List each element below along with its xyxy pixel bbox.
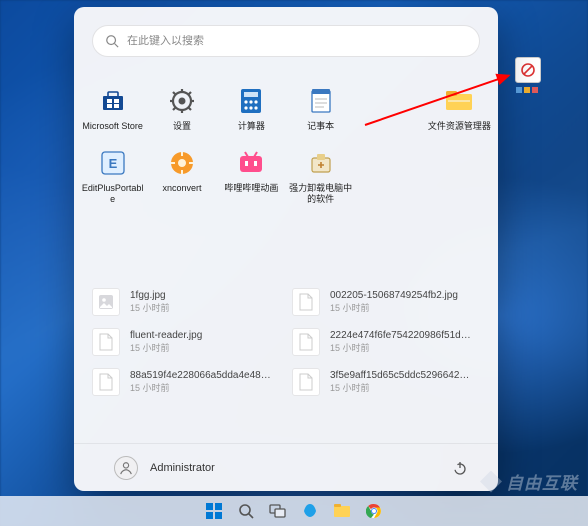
recommended-name: fluent-reader.jpg — [130, 330, 202, 341]
avatar — [114, 456, 138, 480]
recommended-name: 002205-15068749254fb2.jpg — [330, 290, 458, 301]
blocked-icon — [515, 57, 541, 83]
recommended-time: 15 小时前 — [330, 341, 472, 354]
user-name: Administrator — [150, 462, 215, 474]
pinned-app-1[interactable]: 设置 — [147, 85, 216, 135]
calculator-icon — [237, 87, 265, 115]
search-icon — [105, 34, 119, 48]
recommended-name: 88a519f4e228066a5dda4e4868c4fe... — [130, 370, 272, 381]
pinned-app-label: 设置 — [173, 121, 191, 133]
file-icon — [292, 368, 320, 396]
taskbar-explorer[interactable] — [329, 499, 355, 523]
pinned-app-label: xnconvert — [162, 183, 201, 195]
file-icon — [292, 328, 320, 356]
user-account[interactable]: Administrator — [114, 456, 215, 480]
recommended-name: 1fgg.jpg — [130, 290, 170, 301]
recommended-item-1[interactable]: 002205-15068749254fb2.jpg15 小时前 — [292, 288, 480, 316]
search-input[interactable] — [127, 35, 467, 47]
pinned-apps: Microsoft Store 设置 计算器 记事本 文件资源管理器 E EditPlusP… — [74, 67, 498, 216]
bilibili-icon — [237, 149, 265, 177]
file-icon — [92, 288, 120, 316]
recommended-item-0[interactable]: 1fgg.jpg15 小时前 — [92, 288, 280, 316]
taskbar-taskview-button[interactable] — [265, 499, 291, 523]
recommended-time: 15 小时前 — [330, 381, 472, 394]
blank-icon — [376, 87, 404, 115]
pinned-app-3[interactable]: 记事本 — [286, 85, 355, 135]
pinned-app-0[interactable]: Microsoft Store — [78, 85, 147, 135]
file-icon — [292, 288, 320, 316]
power-icon — [452, 460, 468, 476]
recommended-item-4[interactable]: 88a519f4e228066a5dda4e4868c4fe...15 小时前 — [92, 368, 280, 396]
recommended-time: 15 小时前 — [130, 301, 170, 314]
explorer-icon — [445, 87, 473, 115]
pinned-app-9[interactable]: 强力卸载电脑中的软件 — [286, 147, 355, 208]
start-menu: Microsoft Store 设置 计算器 记事本 文件资源管理器 E EditPlusP… — [74, 7, 498, 491]
pinned-app-8[interactable]: 哔哩哔哩动画 — [217, 147, 286, 208]
recommended-list: 1fgg.jpg15 小时前002205-15068749254fb2.jpg1… — [92, 288, 480, 396]
search-box[interactable] — [92, 25, 480, 57]
settings-icon — [168, 87, 196, 115]
recommended-time: 15 小时前 — [330, 301, 458, 314]
svg-text:E: E — [108, 156, 117, 171]
recommended-name: 3f5e9aff15d65c5ddc5296642edd67... — [330, 370, 472, 381]
pinned-app-label: EditPlusPortable — [81, 183, 145, 206]
pinned-app-7[interactable]: xnconvert — [147, 147, 216, 208]
taskbar-start-button[interactable] — [201, 499, 227, 523]
recommended-item-5[interactable]: 3f5e9aff15d65c5ddc5296642edd67...15 小时前 — [292, 368, 480, 396]
taskbar-chrome[interactable] — [361, 499, 387, 523]
power-button[interactable] — [446, 454, 474, 482]
pinned-app-label: 文件资源管理器 — [428, 121, 491, 133]
store-icon — [99, 87, 127, 115]
recommended-item-2[interactable]: fluent-reader.jpg15 小时前 — [92, 328, 280, 356]
shortcut-extra-icon — [516, 85, 540, 95]
taskbar — [0, 496, 588, 526]
pinned-app-label: Microsoft Store — [82, 121, 143, 133]
file-icon — [92, 368, 120, 396]
recommended-item-3[interactable]: 2224e474f6fe754220986f51d22eaa...15 小时前 — [292, 328, 480, 356]
file-icon — [92, 328, 120, 356]
notepad-icon — [307, 87, 335, 115]
pinned-app-4 — [355, 85, 424, 135]
start-footer: Administrator — [74, 443, 498, 491]
uninstaller-icon — [307, 149, 335, 177]
pinned-app-2[interactable]: 计算器 — [217, 85, 286, 135]
taskbar-app-0[interactable] — [297, 499, 323, 523]
pinned-app-label: 哔哩哔哩动画 — [224, 183, 278, 195]
recommended-time: 15 小时前 — [130, 341, 202, 354]
recommended-time: 15 小时前 — [130, 381, 272, 394]
person-icon — [119, 461, 133, 475]
editplus-icon: E — [99, 149, 127, 177]
pinned-app-5[interactable]: 文件资源管理器 — [425, 85, 494, 135]
pinned-app-label: 记事本 — [307, 121, 334, 133]
pinned-app-label: 强力卸载电脑中的软件 — [289, 183, 353, 206]
desktop-shortcut[interactable] — [515, 57, 541, 95]
pinned-app-6[interactable]: E EditPlusPortable — [78, 147, 147, 208]
taskbar-search-button[interactable] — [233, 499, 259, 523]
xnconvert-icon — [168, 149, 196, 177]
pinned-app-label: 计算器 — [238, 121, 265, 133]
recommended-name: 2224e474f6fe754220986f51d22eaa... — [330, 330, 472, 341]
